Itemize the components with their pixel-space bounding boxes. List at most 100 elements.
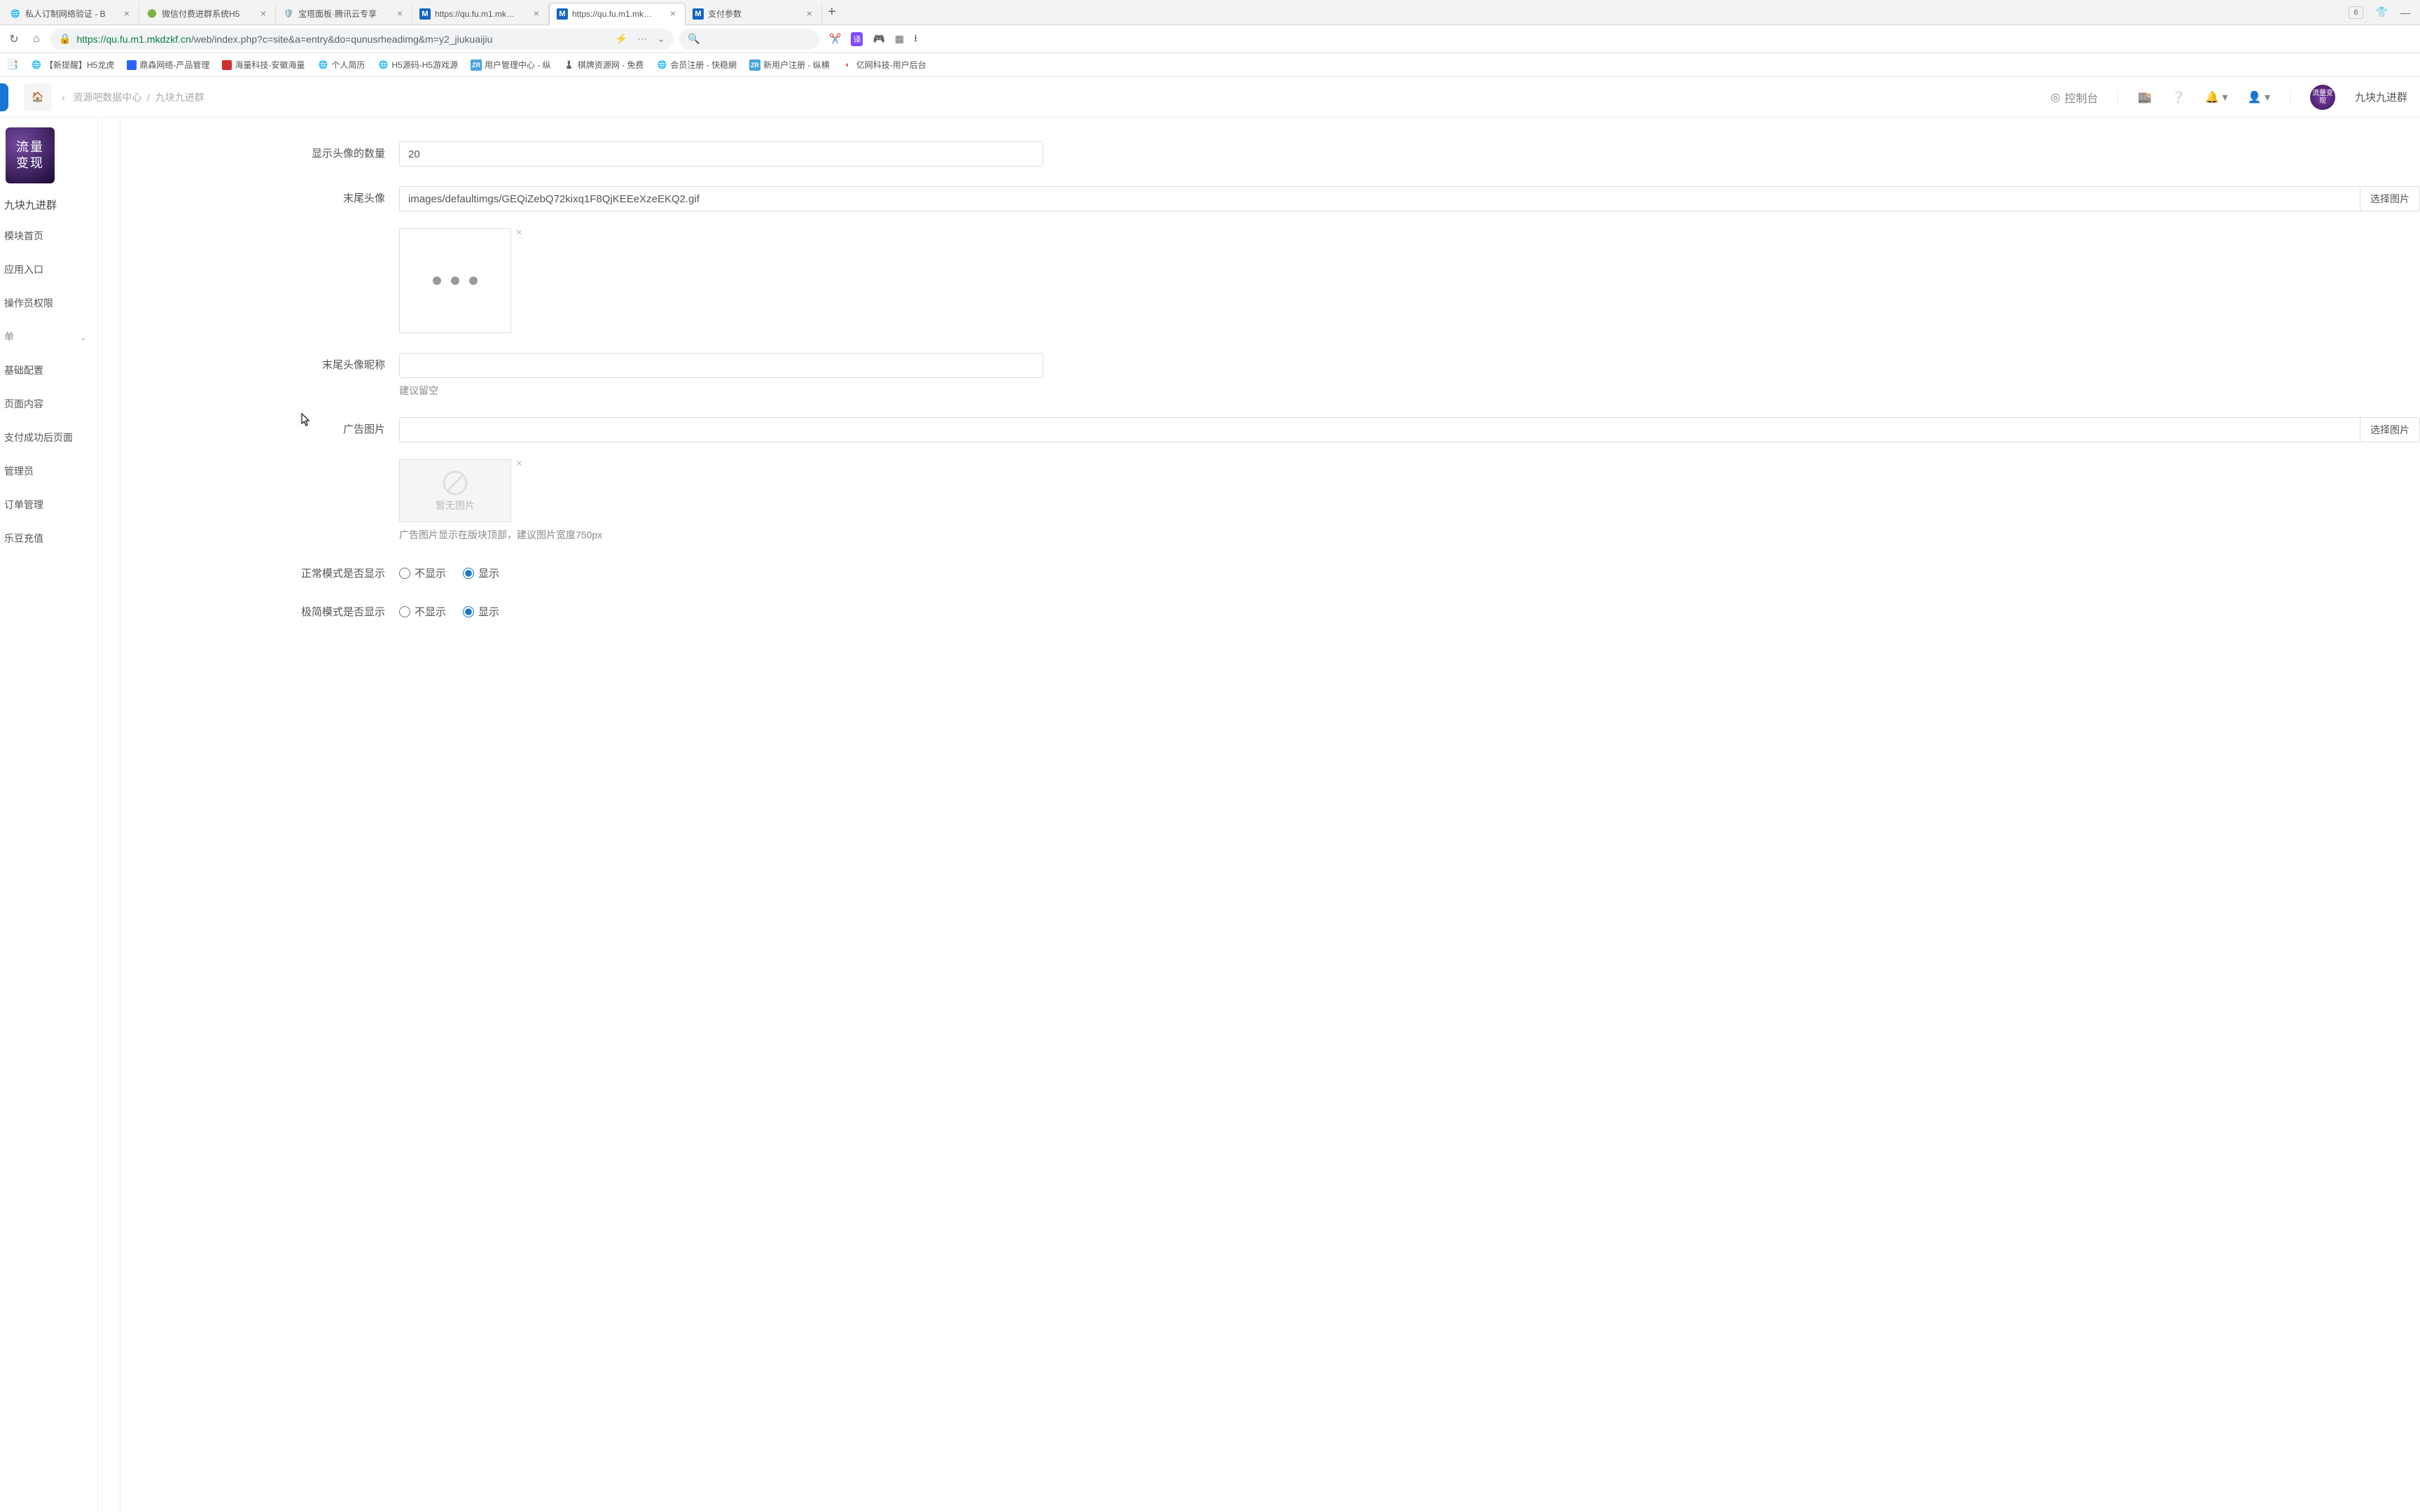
browser-tab-active[interactable]: M https://qu.fu.m1.mk… ×	[549, 3, 686, 25]
close-icon[interactable]: ×	[668, 9, 678, 19]
browser-tab[interactable]: M https://qu.fu.m1.mk… ×	[412, 3, 549, 25]
simple-mode-hide-radio[interactable]: 不显示	[399, 604, 446, 619]
sidebar-item-success[interactable]: 支付成功后页面	[0, 421, 97, 454]
more-icon[interactable]: ⋯	[637, 33, 647, 45]
translate-icon[interactable]: 译	[851, 32, 863, 46]
browser-tab[interactable]: 🛡️ 宝塔面板·腾讯云专享 ×	[276, 3, 412, 25]
download-icon[interactable]: ⭳	[914, 31, 917, 48]
normal-mode-hide-radio[interactable]: 不显示	[399, 566, 446, 580]
scissors-icon[interactable]: ✂️	[829, 33, 841, 45]
user-icon[interactable]: 👤 ▾	[2248, 90, 2270, 104]
site-m-icon: M	[419, 8, 431, 20]
ad-image-preview: 暂无图片 ×	[399, 459, 511, 522]
search-icon: 🔍	[688, 33, 700, 45]
home-icon[interactable]: ⌂	[28, 31, 45, 48]
bookmark-item[interactable]: 海量科技-安徽海量	[219, 57, 307, 72]
sidebar-group[interactable]: 单 ⌄	[0, 320, 97, 354]
avatar[interactable]: 流量变现	[2310, 85, 2335, 110]
ad-image-hint: 广告图片显示在版块顶部，建议图片宽度750px	[399, 528, 602, 542]
normal-mode-show-radio[interactable]: 显示	[463, 566, 499, 580]
close-icon[interactable]: ×	[395, 9, 405, 19]
sidebar-item-operator[interactable]: 操作员权限	[0, 286, 97, 320]
url-text: https://qu.fu.m1.mkdzkf.cn/web/index.php…	[76, 34, 492, 45]
console-button[interactable]: ◎ 控制台	[2050, 89, 2098, 106]
reload-icon[interactable]: ↻	[6, 31, 22, 48]
sidebar-item-admin[interactable]: 管理员	[0, 454, 97, 488]
sidebar-item-orders[interactable]: 订单管理	[0, 488, 97, 522]
close-icon[interactable]: ×	[258, 9, 268, 19]
browser-toolbar: ↻ ⌂ 🔒 https://qu.fu.m1.mkdzkf.cn/web/ind…	[0, 25, 2420, 53]
tab-title: 支付参数	[708, 8, 800, 20]
tail-nick-input[interactable]	[399, 353, 1043, 378]
apps-icon[interactable]: ▦	[895, 33, 904, 45]
tail-avatar-input[interactable]	[399, 186, 2360, 211]
wechat-icon: 🟢	[146, 8, 158, 20]
browser-tab[interactable]: M 支付参数 ×	[686, 3, 822, 25]
site-icon: ZR	[749, 59, 760, 71]
close-icon[interactable]: ×	[531, 9, 541, 19]
site-icon	[222, 60, 232, 70]
simple-mode-label: 极简模式是否显示	[120, 600, 399, 619]
tab-title: 私人订制网络验证 - B	[25, 8, 118, 20]
bookmark-item[interactable]: ◐亿网科技-用户后台	[840, 57, 929, 72]
remove-image-icon[interactable]: ×	[516, 458, 522, 470]
tab-title: 微信付费进群系统H5	[162, 8, 254, 20]
browser-tab-strip: 🌐 私人订制网络验证 - B × 🟢 微信付费进群系统H5 × 🛡️ 宝塔面板·…	[0, 0, 2420, 25]
close-icon[interactable]: ×	[122, 9, 132, 19]
site-icon: ZR	[471, 59, 482, 71]
remove-image-icon[interactable]: ×	[516, 227, 522, 239]
store-icon[interactable]: 🏬	[2138, 90, 2152, 104]
breadcrumb-part[interactable]: 九块九进群	[155, 92, 204, 103]
breadcrumb-part[interactable]: 资源吧数据中心	[73, 92, 141, 103]
globe-icon: 🌐	[377, 59, 389, 71]
simple-mode-show-radio[interactable]: 显示	[463, 604, 499, 619]
bookmark-item[interactable]: 鼎森网络-产品管理	[124, 57, 212, 72]
bookmarks-bar: 📑 🌐【新提醒】H5龙虎 鼎森网络-产品管理 海量科技-安徽海量 🌐个人简历 🌐…	[0, 53, 2420, 77]
flash-icon[interactable]: ⚡	[616, 33, 627, 45]
globe-icon: 🌐	[656, 59, 667, 71]
bookmark-item[interactable]: 🌐【新提醒】H5龙虎	[28, 57, 117, 72]
choose-image-button[interactable]: 选择图片	[2360, 186, 2420, 211]
sidebar-item-basic[interactable]: 基础配置	[0, 354, 97, 387]
bookmark-item[interactable]: ZR新用户注册 - 纵横	[746, 57, 833, 72]
tab-title: https://qu.fu.m1.mk…	[435, 9, 527, 19]
sidebar-title: 九块九进群	[0, 183, 97, 219]
wardrobe-icon[interactable]: 👕	[2376, 6, 2388, 18]
no-image-icon	[441, 469, 469, 497]
address-bar[interactable]: 🔒 https://qu.fu.m1.mkdzkf.cn/web/index.p…	[50, 29, 674, 50]
tab-count-badge[interactable]: 6	[2349, 6, 2363, 19]
bookmark-item[interactable]: ♟️棋牌资源网 - 免费	[561, 57, 647, 72]
chevron-down-icon[interactable]: ⌄	[657, 33, 665, 45]
ad-image-input[interactable]	[399, 417, 2360, 442]
bookmarks-icon[interactable]: 📑	[4, 57, 21, 74]
bookmark-item[interactable]: 🌐会员注册 - 快稳網	[653, 57, 739, 72]
globe-icon: 🌐	[31, 59, 42, 71]
sidebar-item-page[interactable]: 页面内容	[0, 387, 97, 421]
avatar-count-input[interactable]	[399, 141, 1043, 167]
sidebar-item-module-home[interactable]: 模块首页	[0, 219, 97, 253]
ad-image-label: 广告图片	[120, 417, 399, 436]
minimize-icon[interactable]: —	[2400, 7, 2410, 18]
browser-tab[interactable]: 🟢 微信付费进群系统H5 ×	[139, 3, 276, 25]
close-icon[interactable]: ×	[805, 9, 814, 19]
sidebar-item-recharge[interactable]: 乐豆充值	[0, 522, 97, 555]
help-icon[interactable]: ❔	[2171, 90, 2185, 104]
avatar-count-label: 显示头像的数量	[120, 141, 399, 160]
sidebar-item-app-entry[interactable]: 应用入口	[0, 253, 97, 286]
choose-image-button[interactable]: 选择图片	[2360, 417, 2420, 442]
main-content: 显示头像的数量 末尾头像 选择图片 × 末尾头像昵称 建议留空	[120, 118, 2420, 1512]
browser-tab[interactable]: 🌐 私人订制网络验证 - B ×	[3, 3, 139, 25]
home-button[interactable]: 🏠	[24, 83, 52, 111]
new-tab-button[interactable]: +	[822, 4, 842, 20]
baota-icon: 🛡️	[283, 8, 294, 20]
tab-title: 宝塔面板·腾讯云专享	[298, 8, 391, 20]
tab-title: https://qu.fu.m1.mk…	[572, 9, 664, 19]
bookmark-item[interactable]: ZR用户管理中心 - 纵	[468, 57, 554, 72]
loading-dots-icon	[433, 276, 478, 285]
bookmark-item[interactable]: 🌐个人简历	[314, 57, 368, 72]
gamepad-icon[interactable]: 🎮	[872, 33, 884, 45]
search-input[interactable]: 🔍	[679, 29, 819, 50]
bookmark-item[interactable]: 🌐H5源码-H5游戏源	[375, 57, 461, 72]
sidebar: 流量 变现 九块九进群 模块首页 应用入口 操作员权限 单 ⌄ 基础配置 页面内…	[0, 118, 98, 1512]
bell-icon[interactable]: 🔔 ▾	[2205, 90, 2227, 104]
